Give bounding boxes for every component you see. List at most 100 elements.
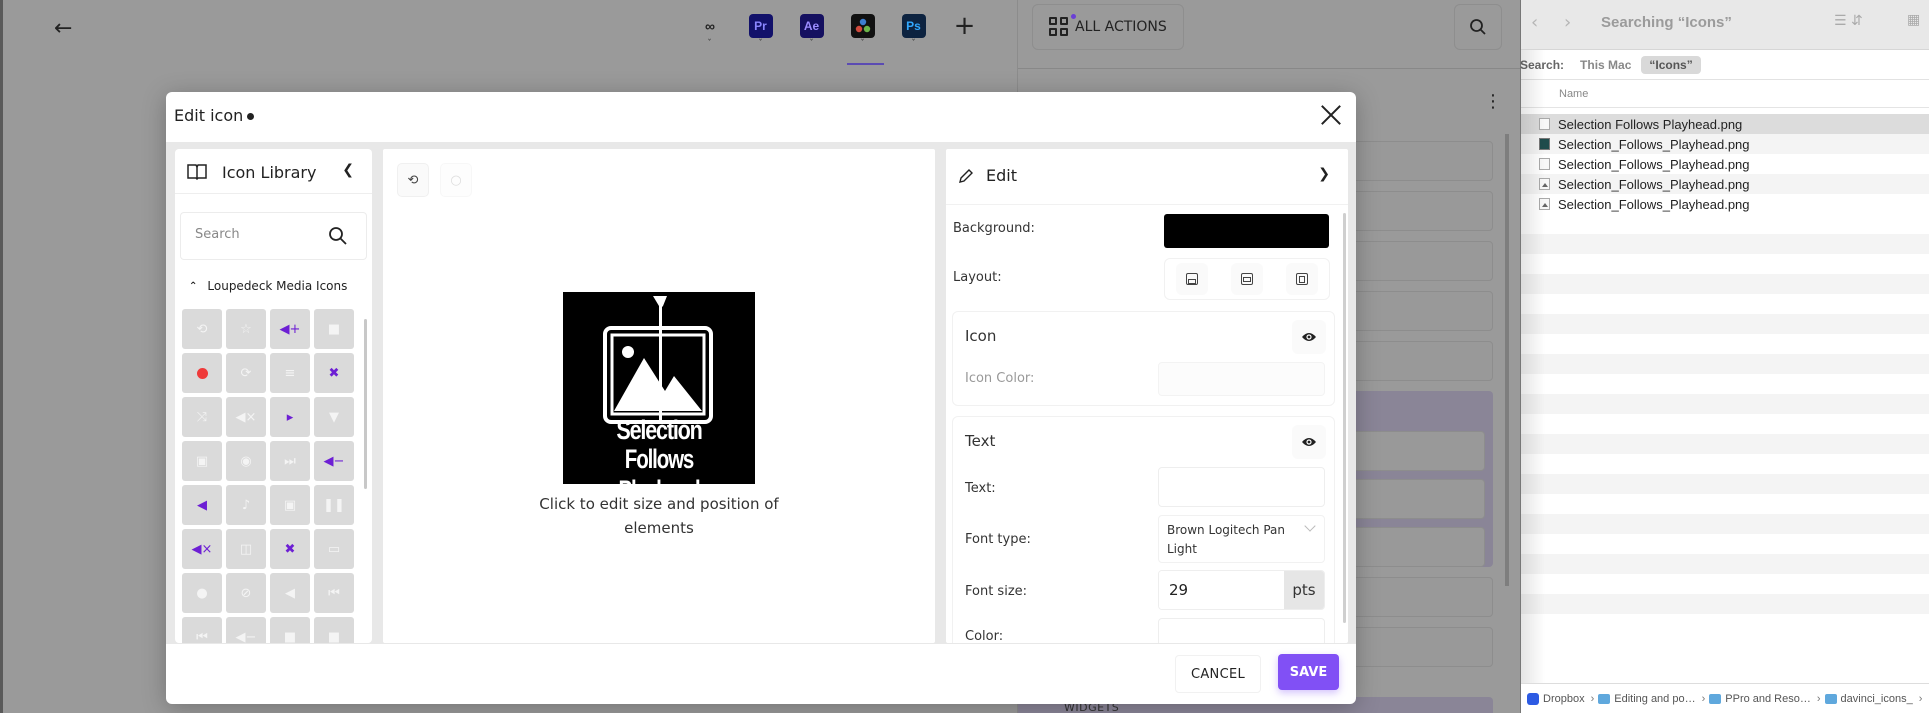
tab-after-effects[interactable]: Ae ˇ xyxy=(786,14,837,54)
dropbox-icon xyxy=(1527,692,1539,705)
window-edge xyxy=(0,0,3,713)
arrow-left-icon[interactable]: ← xyxy=(54,16,72,41)
pause-icon: ❚❚ xyxy=(323,497,345,513)
layout-icon-top-button[interactable] xyxy=(1176,263,1209,295)
list-view-icon[interactable]: ☰ ⇵ xyxy=(1834,13,1863,29)
redo-button[interactable]: ○ xyxy=(440,163,472,197)
layout-icon-middle-button[interactable] xyxy=(1230,263,1263,295)
forward-icon[interactable]: › xyxy=(1564,12,1571,33)
path-item[interactable]: PPro and Reso… xyxy=(1709,693,1811,705)
icon-tile[interactable]: ⏮ xyxy=(182,617,222,643)
path-item[interactable]: Dropbox xyxy=(1527,692,1585,705)
scrollbar[interactable] xyxy=(364,319,367,489)
all-actions-button[interactable]: ALL ACTIONS xyxy=(1032,4,1184,50)
icon-tile[interactable]: ◀− xyxy=(314,441,354,481)
all-actions-label: ALL ACTIONS xyxy=(1075,19,1167,35)
tab-premiere-pro[interactable]: Pr ˇ xyxy=(735,14,786,54)
icon-tile[interactable]: ⤨ xyxy=(182,397,222,437)
icon-tile[interactable]: ▣ xyxy=(182,441,222,481)
icon-tile[interactable]: ◀ xyxy=(182,485,222,525)
icon-tile[interactable]: ⏭ xyxy=(270,441,310,481)
icon-tile[interactable]: ◉ xyxy=(226,441,266,481)
tab-davinci-resolve[interactable]: ˇ xyxy=(837,14,888,65)
icon-tile[interactable]: ◀× xyxy=(182,529,222,569)
empty-row xyxy=(1521,234,1929,254)
icon-tile[interactable]: ▭ xyxy=(314,529,354,569)
file-row[interactable]: Selection_Follows_Playhead.png xyxy=(1521,154,1929,174)
finder-window: ‹ › Searching “Icons” ☰ ⇵ ▦ Search: This… xyxy=(1520,0,1929,713)
add-app-button[interactable]: + xyxy=(939,13,990,54)
tab-photoshop[interactable]: Ps ˇ xyxy=(888,14,939,54)
toggle-text-visibility-button[interactable] xyxy=(1292,425,1326,459)
icon-tile[interactable]: ⊘ xyxy=(226,573,266,613)
icon-tile[interactable]: ■ xyxy=(314,309,354,349)
file-row[interactable]: Selection_Follows_Playhead.png xyxy=(1521,194,1929,214)
icon-tile[interactable]: ▼ xyxy=(314,397,354,437)
icon-tile[interactable]: ❚❚ xyxy=(314,485,354,525)
icon-text-line-1: Selection xyxy=(616,415,702,445)
search-button[interactable] xyxy=(1454,4,1502,50)
icon-tile[interactable]: ▸ xyxy=(270,397,310,437)
background-color-swatch[interactable] xyxy=(1164,214,1329,248)
text-field[interactable] xyxy=(1158,467,1325,507)
icon-tile[interactable]: ≡ xyxy=(270,353,310,393)
layout-label: Layout: xyxy=(953,270,1002,285)
scrollbar[interactable] xyxy=(1343,213,1346,623)
icon-preview-canvas[interactable]: Selection Follows Playhead xyxy=(563,292,755,484)
undo-button[interactable]: ⟲ xyxy=(397,163,429,197)
icon-tile[interactable]: ■ xyxy=(314,617,354,643)
save-button[interactable]: SAVE xyxy=(1278,654,1339,690)
font-size-input[interactable] xyxy=(1159,571,1284,609)
grid-view-icon[interactable]: ▦ xyxy=(1907,12,1920,28)
icon-tile[interactable]: ◀× xyxy=(226,397,266,437)
tab-all-apps[interactable]: ∞ ˇ xyxy=(684,14,735,54)
file-row[interactable]: Selection Follows Playhead.png xyxy=(1521,114,1929,134)
back-icon[interactable]: ‹ xyxy=(1531,12,1538,33)
category-header[interactable]: ⌃ Loupedeck Media Icons xyxy=(189,279,347,293)
icon-tile[interactable]: ◀+ xyxy=(270,309,310,349)
icon-tile[interactable]: ⟳ xyxy=(226,353,266,393)
scope-query[interactable]: “Icons” xyxy=(1641,55,1701,74)
icon-color-field[interactable] xyxy=(1158,362,1325,396)
icon-section-title: Icon xyxy=(965,327,997,345)
icon-tile[interactable]: ● xyxy=(182,573,222,613)
font-type-select[interactable]: Brown Logitech Pan Light xyxy=(1158,515,1325,563)
layout-top-icon xyxy=(1186,273,1199,285)
scrollbar[interactable] xyxy=(1505,134,1509,586)
text-color-field[interactable] xyxy=(1158,618,1325,643)
icon-tile[interactable]: ♪ xyxy=(226,485,266,525)
collapse-panel-icon[interactable]: ❮ xyxy=(342,162,354,178)
toggle-icon-visibility-button[interactable] xyxy=(1292,320,1326,354)
search-icon[interactable] xyxy=(328,226,348,246)
icon-tile[interactable]: ▣ xyxy=(270,485,310,525)
empty-row xyxy=(1521,614,1929,634)
icon-tile[interactable]: ✖ xyxy=(270,529,310,569)
icon-tile[interactable]: ◀ xyxy=(270,573,310,613)
icon-search-field[interactable] xyxy=(180,212,367,260)
column-header-name[interactable]: Name xyxy=(1521,80,1929,108)
more-options-icon[interactable]: ⋮ xyxy=(1484,93,1502,111)
icon-tile[interactable]: ◀− xyxy=(226,617,266,643)
volume-mute-icon: ◀× xyxy=(235,409,257,425)
icon-tile[interactable]: ⟲ xyxy=(182,309,222,349)
icon-tile[interactable] xyxy=(182,353,222,393)
scope-this-mac[interactable]: This Mac xyxy=(1580,58,1631,72)
path-item[interactable]: davinci_icons_ xyxy=(1824,693,1913,705)
text-input[interactable] xyxy=(1159,468,1324,506)
icon-search-input[interactable] xyxy=(195,227,315,242)
icon-tile[interactable]: ✖ xyxy=(314,353,354,393)
chevron-right-icon: › xyxy=(1816,692,1821,705)
icon-tile[interactable]: ⏮ xyxy=(314,573,354,613)
close-icon[interactable] xyxy=(1318,102,1344,128)
font-size-field[interactable]: pts xyxy=(1158,570,1325,610)
file-row[interactable]: Selection_Follows_Playhead.png xyxy=(1521,134,1929,154)
expand-panel-icon[interactable]: ❯ xyxy=(1318,166,1330,182)
icon-tile[interactable]: ■ xyxy=(270,617,310,643)
icon-tile[interactable]: ◫ xyxy=(226,529,266,569)
volume-down-icon: ◀− xyxy=(323,453,345,469)
layout-icon-full-button[interactable] xyxy=(1285,263,1318,295)
icon-tile[interactable]: ☆ xyxy=(226,309,266,349)
cancel-button[interactable]: CANCEL xyxy=(1175,655,1261,693)
path-item[interactable]: Editing and po… xyxy=(1598,693,1696,705)
file-row[interactable]: Selection_Follows_Playhead.png xyxy=(1521,174,1929,194)
